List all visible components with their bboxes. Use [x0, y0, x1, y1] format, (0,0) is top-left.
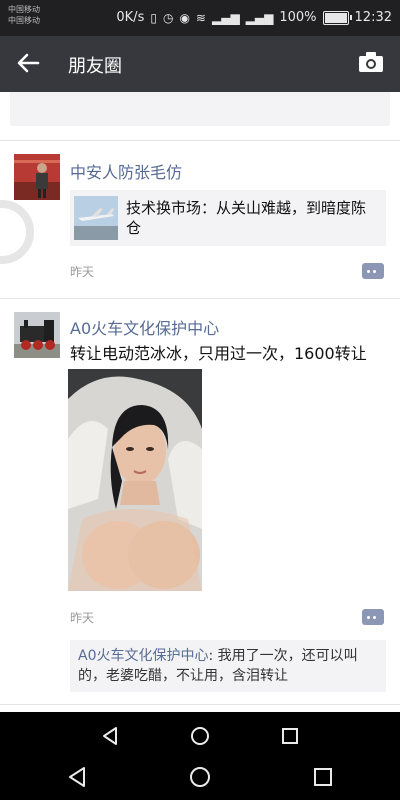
shared-link-card[interactable]: 技术换市场：从关山难越，到暗度陈仓 — [70, 190, 386, 246]
battery-icon — [322, 10, 352, 25]
clock: 12:32 — [354, 10, 392, 25]
signal-icon: ▂▄▆ — [211, 10, 240, 25]
carrier-line-2: 中国移动 — [8, 16, 40, 25]
comment-area: A0火车文化保护中心: 我用了一次，还可以叫的，老婆吃醋，不让用，含泪转让 — [70, 640, 386, 692]
comment: A0火车文化保护中心: 我用了一次，还可以叫的，老婆吃醋，不让用，含泪转让 — [78, 646, 378, 686]
airplane-image — [74, 196, 118, 240]
post-time: 昨天 — [70, 611, 95, 625]
post-time: 昨天 — [70, 265, 95, 279]
post-author[interactable]: 中安人防张毛仿 — [70, 159, 182, 183]
back-triangle-icon[interactable] — [100, 726, 120, 746]
nav-bar-lower — [0, 760, 400, 800]
avatar[interactable] — [14, 154, 60, 200]
arrow-left-icon[interactable] — [14, 49, 42, 77]
previous-post-comment-area — [10, 92, 390, 126]
eye-icon: ◉ — [179, 10, 190, 25]
comment-menu-icon[interactable] — [362, 263, 384, 279]
home-circle-icon[interactable] — [190, 726, 210, 746]
photo-image — [68, 369, 202, 591]
carrier-line-1: 中国移动 — [8, 5, 40, 14]
comment-menu-icon[interactable] — [362, 609, 384, 625]
wifi-icon: ≋ — [195, 10, 206, 25]
recents-square-icon[interactable] — [312, 766, 334, 788]
avatar-image — [14, 312, 60, 358]
carrier-info: 中国移动 中国移动 — [8, 4, 40, 26]
moments-feed[interactable]: 中安人防张毛仿 技术换市场：从关山难越，到暗度陈仓 昨天 A0火车文化保护中心 … — [0, 92, 400, 712]
shared-link-thumbnail — [74, 196, 118, 240]
battery-percent: 100% — [279, 10, 317, 25]
avatar-image — [14, 154, 60, 200]
back-triangle-icon[interactable] — [66, 766, 88, 788]
camera-icon[interactable] — [358, 51, 384, 73]
post-text: 转让电动范冰冰，只用过一次，1600转让 — [70, 344, 367, 363]
shared-link-title: 技术换市场：从关山难越，到暗度陈仓 — [126, 199, 367, 237]
divider — [0, 140, 400, 141]
refresh-spinner-icon — [0, 200, 34, 264]
comment-author[interactable]: A0火车文化保护中心 — [78, 648, 208, 664]
title-bar: 朋友圈 — [0, 36, 400, 92]
divider — [0, 298, 400, 299]
home-circle-icon[interactable] — [189, 766, 211, 788]
avatar[interactable] — [14, 312, 60, 358]
vibrate-icon: ▯ — [150, 10, 157, 25]
status-icons: 0K/s ▯ ◷ ◉ ≋ ▂▄▆ ▂▄▆ 100% 12:32 — [116, 10, 392, 25]
divider — [0, 704, 400, 705]
post-author[interactable]: A0火车文化保护中心 — [70, 315, 219, 339]
network-speed: 0K/s — [116, 10, 145, 25]
post-photo[interactable] — [68, 369, 202, 591]
alarm-icon: ◷ — [162, 10, 174, 25]
battery-fill — [324, 12, 347, 23]
signal-icon-2: ▂▄▆ — [245, 10, 274, 25]
page-title: 朋友圈 — [68, 56, 122, 77]
nav-bar-upper — [0, 712, 400, 760]
status-bar: 中国移动 中国移动 0K/s ▯ ◷ ◉ ≋ ▂▄▆ ▂▄▆ 100% 12:3… — [0, 0, 400, 36]
recents-square-icon[interactable] — [280, 726, 300, 746]
